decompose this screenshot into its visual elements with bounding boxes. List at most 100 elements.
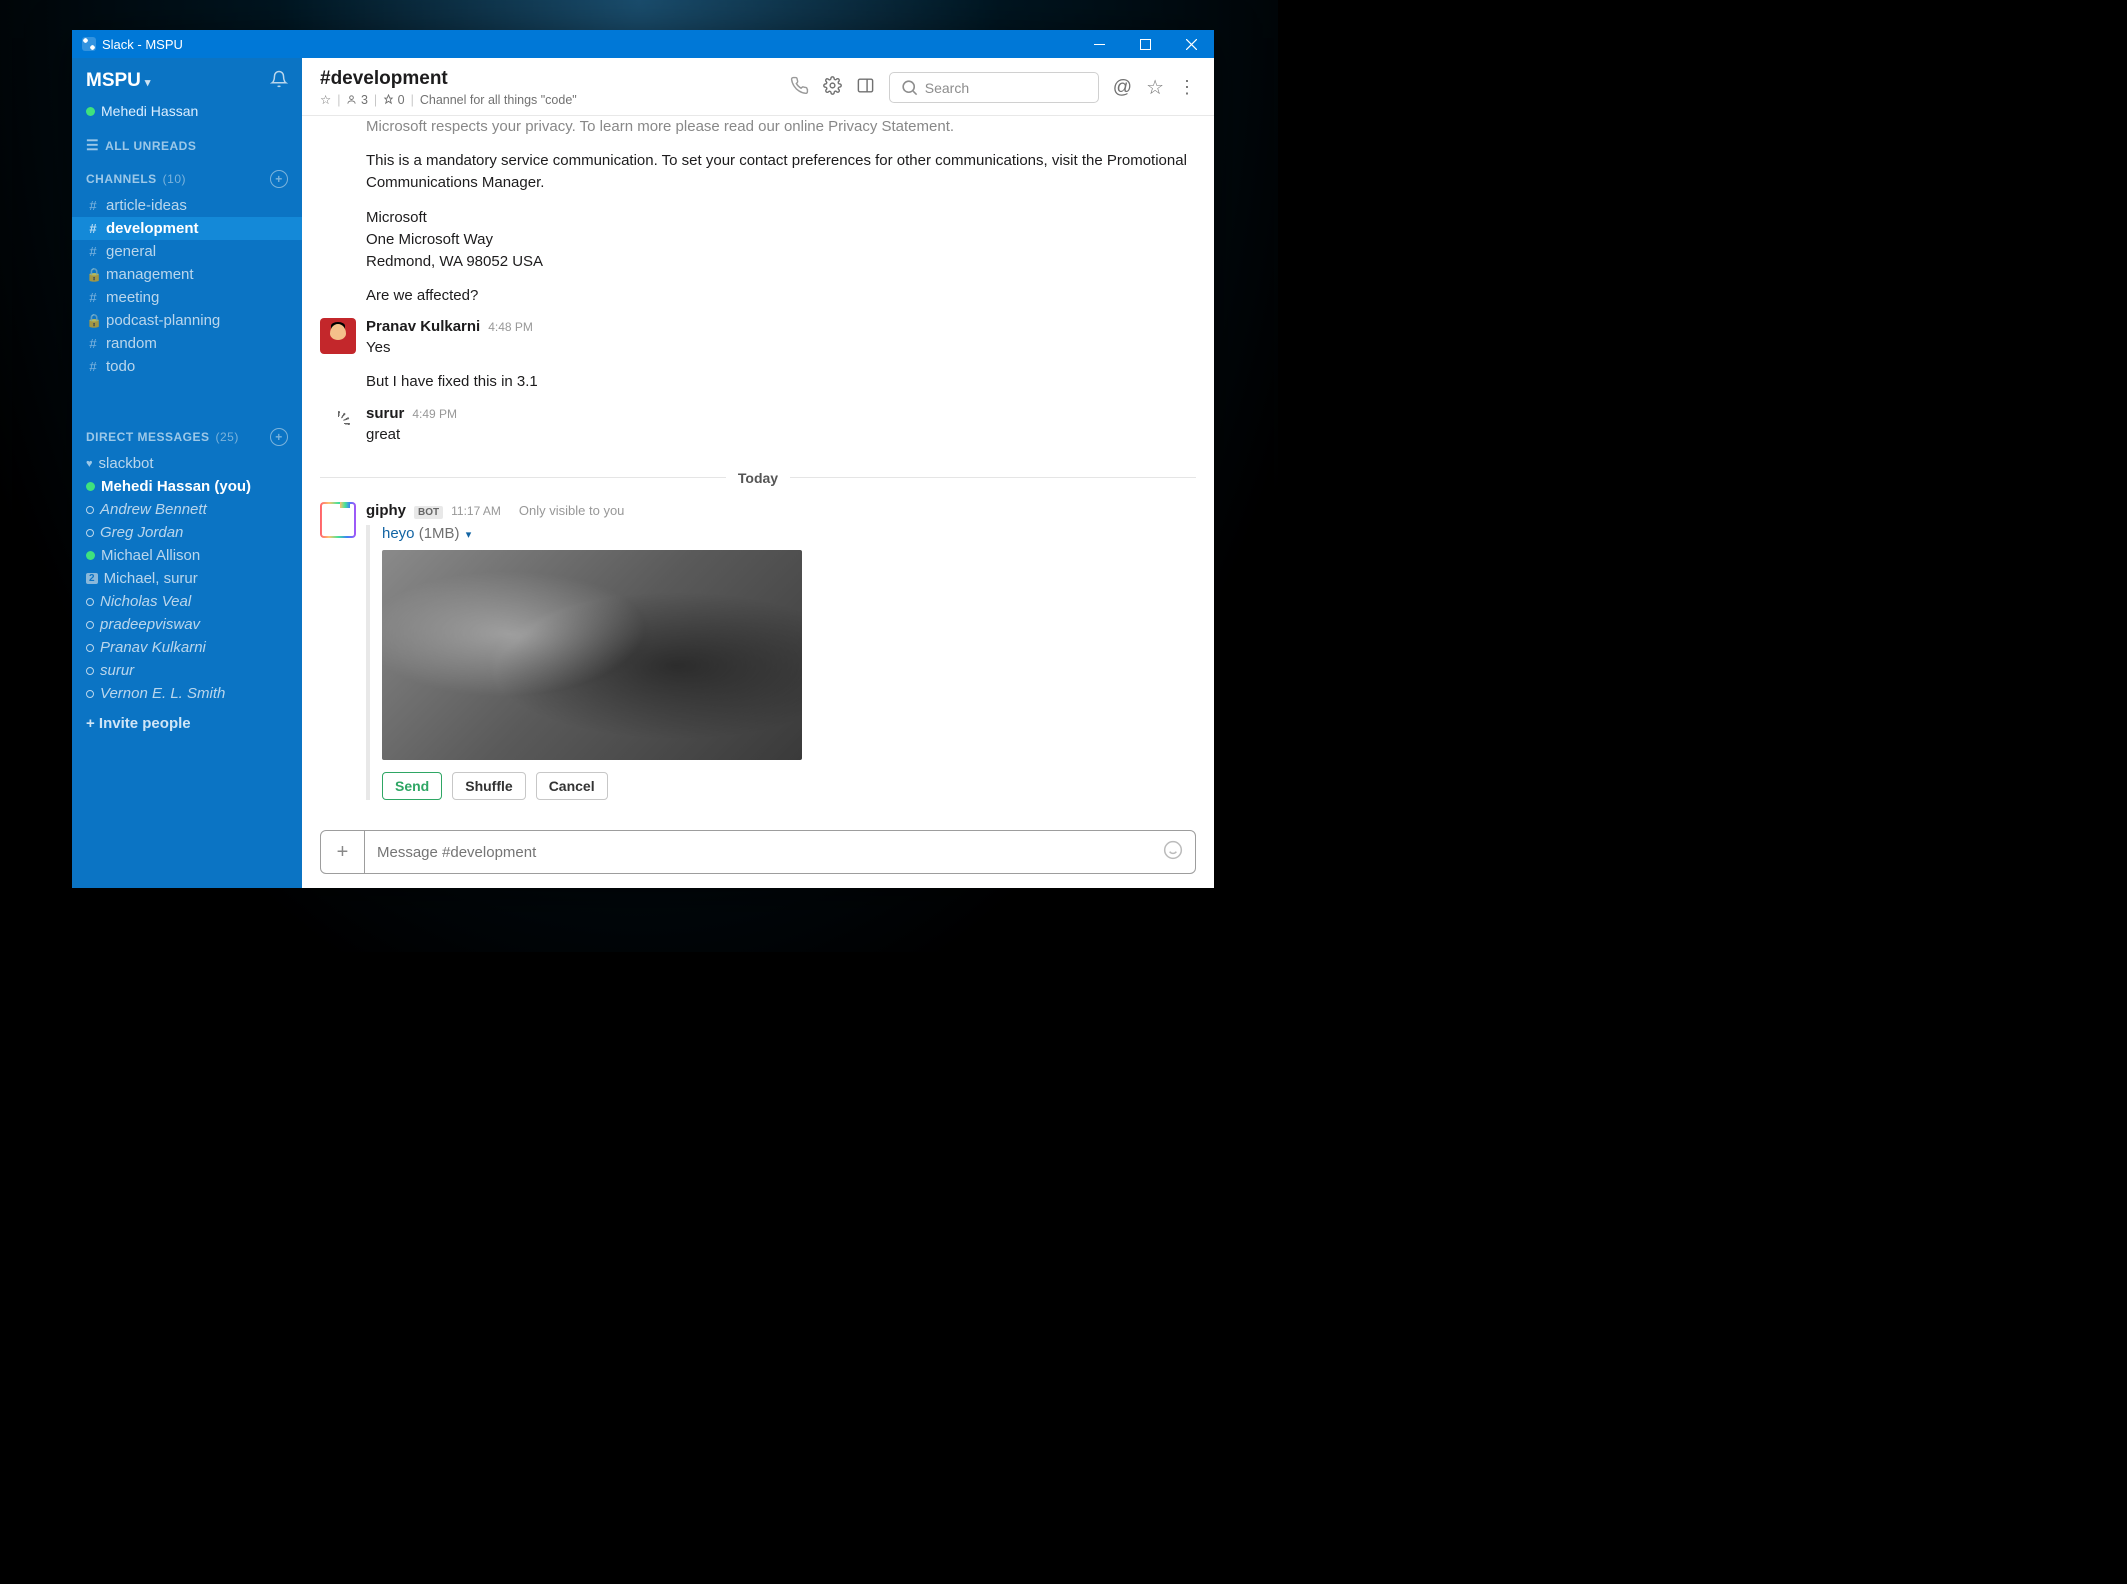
- sidebar: MSPU▾ Mehedi Hassan ☰ ALL UNREADS CHANNE…: [72, 58, 302, 888]
- cancel-button[interactable]: Cancel: [536, 772, 608, 800]
- main-pane: #development ☆ | 3 | 0 |: [302, 58, 1214, 888]
- send-button[interactable]: Send: [382, 772, 442, 800]
- channel-topic[interactable]: Channel for all things "code": [420, 93, 577, 107]
- direct-messages-header[interactable]: DIRECT MESSAGES (25) +: [72, 418, 302, 452]
- message-text: Yes: [366, 337, 1196, 359]
- window-minimize-button[interactable]: [1076, 30, 1122, 58]
- mentions-icon[interactable]: @: [1113, 77, 1132, 99]
- dm-self[interactable]: Mehedi Hassan (you): [72, 475, 302, 498]
- message-author[interactable]: surur: [366, 405, 404, 422]
- presence-away-icon: [86, 644, 94, 652]
- message-time: 4:49 PM: [412, 407, 457, 421]
- channel-random[interactable]: #random: [72, 332, 302, 355]
- notifications-icon[interactable]: [270, 70, 288, 93]
- presence-away-icon: [86, 667, 94, 675]
- window-close-button[interactable]: [1168, 30, 1214, 58]
- attachment-size: (1MB): [419, 525, 460, 542]
- settings-icon[interactable]: [823, 76, 842, 100]
- slack-icon: [82, 37, 96, 51]
- dm-michael-allison[interactable]: Michael Allison: [72, 544, 302, 567]
- add-dm-button[interactable]: +: [270, 428, 288, 446]
- channel-article-ideas[interactable]: #article-ideas: [72, 194, 302, 217]
- add-channel-button[interactable]: +: [270, 170, 288, 188]
- dm-pradeepviswav[interactable]: pradeepviswav: [72, 613, 302, 636]
- avatar[interactable]: [320, 318, 356, 354]
- dm-nicholas-veal[interactable]: Nicholas Veal: [72, 590, 302, 613]
- search-input[interactable]: Search: [889, 72, 1099, 103]
- avatar[interactable]: [320, 405, 356, 441]
- chevron-down-icon[interactable]: ▾: [466, 529, 472, 541]
- invite-people-button[interactable]: + Invite people: [72, 705, 302, 742]
- message-time: 11:17 AM: [451, 504, 501, 518]
- dm-greg-jordan[interactable]: Greg Jordan: [72, 521, 302, 544]
- shuffle-button[interactable]: Shuffle: [452, 772, 525, 800]
- channels-header[interactable]: CHANNELS (10) +: [72, 160, 302, 194]
- presence-away-icon: [86, 621, 94, 629]
- dm-count-badge: 2: [86, 573, 98, 584]
- presence-away-icon: [86, 529, 94, 537]
- more-icon[interactable]: ⋮: [1178, 77, 1196, 98]
- presence-active-icon: [86, 107, 95, 116]
- lock-icon: 🔒: [86, 313, 100, 329]
- message: giphy BOT 11:17 AM Only visible to you h…: [302, 496, 1214, 806]
- dm-pranav-kulkarni[interactable]: Pranav Kulkarni: [72, 636, 302, 659]
- presence-away-icon: [86, 598, 94, 606]
- message: Pranav Kulkarni 4:48 PM Yes But I have f…: [302, 312, 1214, 399]
- slack-window: Slack - MSPU MSPU▾: [72, 30, 1214, 888]
- message-author[interactable]: Pranav Kulkarni: [366, 318, 480, 335]
- presence-active-icon: [86, 551, 95, 560]
- dm-andrew-bennett[interactable]: Andrew Bennett: [72, 498, 302, 521]
- message-author[interactable]: giphy: [366, 502, 406, 519]
- channel-management[interactable]: 🔒management: [72, 263, 302, 286]
- all-unreads[interactable]: ☰ ALL UNREADS: [72, 127, 302, 160]
- channel-todo[interactable]: #todo: [72, 355, 302, 378]
- window-maximize-button[interactable]: [1122, 30, 1168, 58]
- call-icon[interactable]: [790, 76, 809, 100]
- star-icon[interactable]: ☆: [1146, 75, 1164, 100]
- attachment-link[interactable]: heyo: [382, 525, 415, 542]
- gif-preview[interactable]: [382, 550, 802, 760]
- avatar[interactable]: [320, 502, 356, 538]
- search-icon: [900, 78, 919, 97]
- presence-away-icon: [86, 506, 94, 514]
- current-user[interactable]: Mehedi Hassan: [72, 103, 302, 127]
- dm-slackbot[interactable]: ♥slackbot: [72, 452, 302, 475]
- message-composer: +: [320, 830, 1196, 874]
- message-time: 4:48 PM: [488, 320, 533, 334]
- date-divider: Today: [320, 470, 1196, 486]
- message-text: Redmond, WA 98052 USA: [366, 253, 543, 270]
- heart-icon: ♥: [86, 458, 93, 470]
- message-text: Are we affected?: [366, 285, 1196, 307]
- channel-meeting[interactable]: #meeting: [72, 286, 302, 309]
- message-text: Microsoft: [366, 209, 427, 226]
- message-list: Microsoft respects your privacy. To lear…: [302, 116, 1214, 824]
- channel-general[interactable]: #general: [72, 240, 302, 263]
- channel-name[interactable]: #development: [320, 68, 577, 90]
- message-text: But I have fixed this in 3.1: [366, 371, 1196, 393]
- message-text: This is a mandatory service communicatio…: [366, 150, 1196, 194]
- workspace-switcher[interactable]: MSPU▾: [86, 70, 150, 92]
- member-count[interactable]: 3: [346, 93, 367, 107]
- message: surur 4:49 PM great: [302, 399, 1214, 452]
- dm-michael-surur[interactable]: 2Michael, surur: [72, 567, 302, 590]
- lock-icon: 🔒: [86, 267, 100, 283]
- channel-header: #development ☆ | 3 | 0 |: [302, 58, 1214, 116]
- add-attachment-button[interactable]: +: [321, 831, 365, 873]
- details-pane-icon[interactable]: [856, 76, 875, 100]
- message-text: Microsoft respects your privacy. To lear…: [366, 116, 1196, 138]
- channel-development[interactable]: #development: [72, 217, 302, 240]
- channel-podcast-planning[interactable]: 🔒podcast-planning: [72, 309, 302, 332]
- presence-active-icon: [86, 482, 95, 491]
- emoji-picker-icon[interactable]: [1163, 840, 1183, 865]
- message-input[interactable]: [365, 844, 1163, 861]
- dm-surur[interactable]: surur: [72, 659, 302, 682]
- visibility-note: Only visible to you: [519, 503, 625, 518]
- message-text: One Microsoft Way: [366, 231, 493, 248]
- window-title: Slack - MSPU: [102, 37, 183, 52]
- star-channel-button[interactable]: ☆: [320, 92, 331, 107]
- pin-count[interactable]: 0: [383, 93, 404, 107]
- presence-away-icon: [86, 690, 94, 698]
- dm-vernon-smith[interactable]: Vernon E. L. Smith: [72, 682, 302, 705]
- message-text: great: [366, 424, 1196, 446]
- titlebar: Slack - MSPU: [72, 30, 1214, 58]
